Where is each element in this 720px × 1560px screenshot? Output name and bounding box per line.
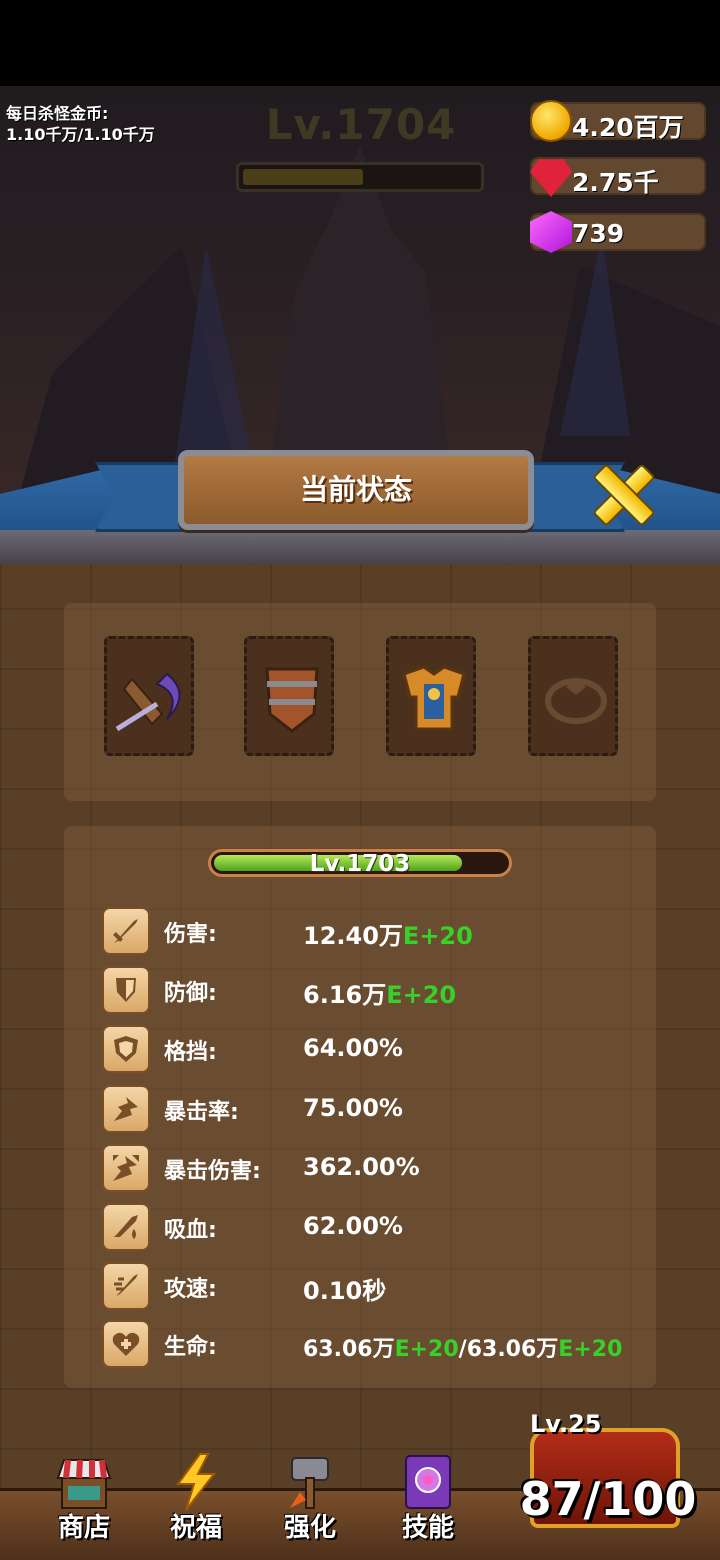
stat-label: 生命: [164,1335,217,1360]
nav-skills-label: 技能 [401,1513,454,1543]
lightning-icon [176,1453,217,1511]
nav-shop-label: 商店 [57,1513,110,1543]
dialog-top-edge [0,530,720,564]
stage-progress-fill [243,169,363,185]
stat-value: 362.00% [303,1153,420,1181]
nav-upgrade-button[interactable]: 强化 [262,1452,358,1548]
stage-progress-bar [236,162,484,192]
hero-level-bar: Lv.1703 [208,849,512,877]
stat-label: 攻速: [164,1277,217,1302]
close-icon[interactable] [590,462,652,524]
treasure-chest-button[interactable]: Lv.25 87/100 [520,1410,700,1550]
crit-rate-icon [102,1085,150,1133]
equip-slot-ring[interactable] [528,636,618,756]
nav-skills-button[interactable]: 技能 [380,1452,476,1548]
lifesteal-icon [102,1203,150,1251]
stat-label: 暴击率: [164,1100,239,1125]
equip-slot-armor[interactable] [386,636,476,756]
stat-row-defense: 防御: 6.16万E+20 [102,966,662,1014]
life-icon [102,1320,150,1368]
stat-row-block: 格挡: 64.00% [102,1025,662,1073]
stat-value: 62.00% [303,1212,403,1240]
gold-value: 4.20百万 [572,113,684,142]
armor-icon [402,665,466,731]
stat-row-damage: 伤害: 12.40万E+20 [102,907,662,955]
daily-gold-label: 每日杀怪金币: [6,104,109,123]
equip-slot-shield[interactable] [244,636,334,756]
sword-icon [102,907,150,955]
shield-icon [265,667,319,733]
ruby-icon [530,159,572,197]
ruby-counter[interactable]: 2.75千 [530,157,706,197]
stat-row-crit-rate: 暴击率: 75.00% [102,1085,662,1133]
stage-level: Lv.1704 [265,100,457,149]
purple-gem-icon [530,211,572,253]
stat-label: 暴击伤害: [164,1159,261,1184]
daily-gold-value: 1.10千万/1.10千万 [6,125,155,144]
stat-value: 75.00% [303,1094,403,1122]
nav-bless-label: 祝福 [169,1513,222,1543]
attack-speed-icon [102,1262,150,1310]
equip-slot-weapon[interactable] [104,636,194,756]
nav-bless-button[interactable]: 祝福 [148,1452,244,1548]
crit-damage-icon [102,1144,150,1192]
defense-shield-icon [102,966,150,1014]
hero-level: Lv.1703 [309,851,411,877]
chest-progress: 87/100 [519,1472,697,1526]
chest-level: Lv.25 [530,1410,602,1438]
stat-value: 63.06万E+20/63.06万E+20 [303,1337,623,1362]
dialog-title: 当前状态 [299,473,412,506]
stat-row-crit-damage: 暴击伤害: 362.00% [102,1144,662,1192]
hammer-icon [290,1457,329,1509]
scythe-icon [115,672,181,732]
dialog-title-plank: 当前状态 [178,450,534,530]
ring-icon [545,678,607,724]
gold-counter[interactable]: 4.20百万 [530,100,706,142]
stat-label: 伤害: [164,922,217,947]
stat-row-attack-speed: 攻速: 0.10秒 [102,1262,662,1310]
ruby-value: 2.75千 [572,168,659,197]
gem-counter[interactable]: 739 [530,211,706,253]
stat-label: 防御: [164,981,217,1006]
shop-icon [56,1459,112,1509]
status-bar [0,0,720,86]
spellbook-icon [405,1455,451,1509]
stat-row-lifesteal: 吸血: 62.00% [102,1203,662,1251]
nav-shop-button[interactable]: 商店 [36,1452,132,1548]
stat-label: 格挡: [164,1040,217,1065]
stat-value: 6.16万E+20 [303,981,457,1009]
stat-row-life: 生命: 63.06万E+20/63.06万E+20 [102,1320,662,1368]
gold-coin-icon [530,100,572,142]
stat-value: 12.40万E+20 [303,922,473,950]
nav-upgrade-label: 强化 [283,1513,336,1543]
gem-value: 739 [572,219,625,248]
stat-value: 64.00% [303,1034,403,1062]
daily-gold-info: 每日杀怪金币: 1.10千万/1.10千万 [6,103,155,145]
stat-value: 0.10秒 [303,1277,387,1305]
block-shield-icon [102,1025,150,1073]
stat-label: 吸血: [164,1218,217,1243]
